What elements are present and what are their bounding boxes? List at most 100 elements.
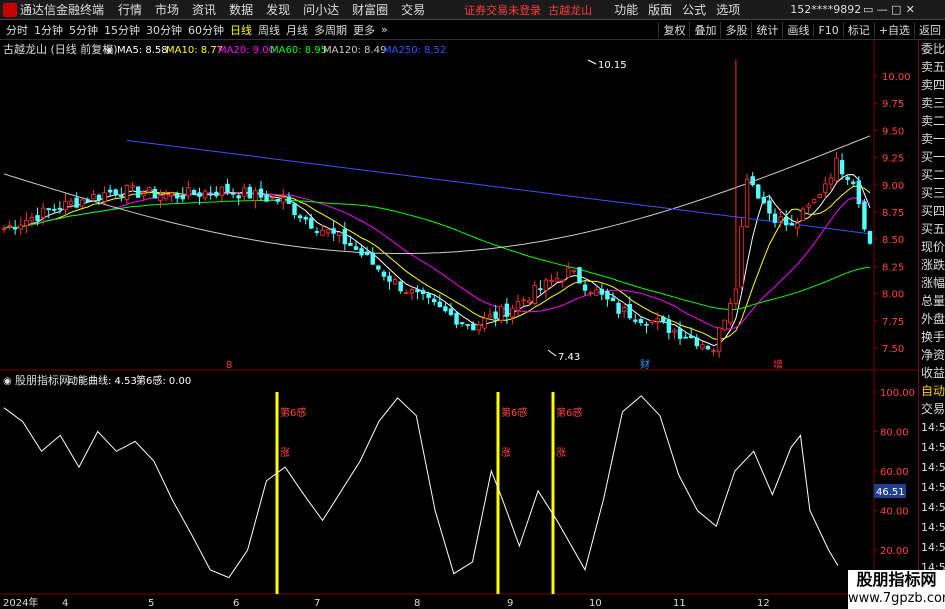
candle-down [683, 336, 688, 339]
candle-down [174, 193, 180, 199]
period-weekly[interactable]: 周线 [258, 22, 280, 38]
period-60min[interactable]: 60分钟 [188, 22, 224, 38]
menu-function[interactable]: 功能 [614, 1, 638, 18]
time-axis-label: 4 [62, 598, 68, 609]
overlay-button[interactable]: 叠加 [689, 22, 720, 38]
candle-down [135, 186, 141, 198]
time-axis-label: 5 [148, 598, 154, 609]
period-monthly[interactable]: 月线 [286, 22, 308, 38]
tick-time: 14:56 [921, 461, 945, 474]
candle-up [124, 185, 130, 200]
candle-up [202, 191, 208, 199]
multi-stock-button[interactable]: 多股 [720, 22, 751, 38]
quote-row: 卖五 [921, 60, 945, 74]
f10-button[interactable]: F10 [813, 23, 842, 37]
period-daily[interactable]: 日线 [230, 22, 252, 38]
app-logo-icon [3, 2, 17, 17]
tick-time: 14:56 [921, 541, 945, 554]
candle-down [661, 316, 666, 322]
candle-down [415, 289, 420, 293]
candle-down [247, 186, 253, 199]
menu-formula[interactable]: 公式 [682, 1, 706, 18]
close-icon[interactable]: ✕ [903, 3, 917, 16]
candle-down [152, 188, 158, 199]
watermark-title: 股朋指标网 [856, 570, 937, 589]
time-axis-label: 8 [414, 598, 420, 609]
menu-data[interactable]: 数据 [229, 1, 253, 18]
indicator-settings-icon[interactable]: ◉ [3, 376, 12, 387]
mark-button[interactable]: 标记 [842, 22, 874, 38]
candle-up [337, 232, 342, 236]
candle-up [476, 324, 482, 331]
indicator-title: 股朋指标网 [15, 373, 70, 387]
period-multi[interactable]: 多周期 [314, 22, 347, 38]
candle-down [856, 180, 862, 205]
candle-down [297, 215, 303, 219]
minimize-icon[interactable]: — [875, 3, 889, 16]
menu-news[interactable]: 资讯 [192, 1, 216, 18]
period-5min[interactable]: 5分钟 [69, 22, 98, 38]
menu-wealth[interactable]: 财富圈 [352, 1, 388, 18]
candle-down [772, 213, 778, 223]
candle-down [314, 231, 320, 233]
period-timeshare[interactable]: 分时 [6, 22, 28, 38]
candle-up [549, 280, 554, 283]
draw-line-button[interactable]: 画线 [782, 22, 813, 38]
candle-up [320, 229, 325, 236]
period-1min[interactable]: 1分钟 [34, 22, 63, 38]
menu-trade[interactable]: 交易 [401, 1, 425, 18]
ma250-label: MA250: 8.52 [383, 45, 446, 56]
candle-down [705, 345, 711, 350]
account-id[interactable]: 152****9892 [790, 3, 861, 16]
candle-down [309, 217, 314, 229]
menu-discover[interactable]: 发现 [266, 1, 290, 18]
candle-up [571, 270, 577, 273]
more-dropdown-icon[interactable]: » [381, 23, 388, 36]
candle-up [91, 194, 96, 200]
menu-ask[interactable]: 问小达 [303, 1, 339, 18]
trade-button[interactable]: 交易 [919, 400, 945, 418]
candle-down [342, 228, 348, 245]
candle-down [437, 301, 442, 308]
event-marker-div[interactable]: 8 [226, 360, 232, 371]
signal-text: 第6感 [501, 406, 527, 419]
candle-down [275, 198, 280, 202]
auto-button[interactable]: 自动 [919, 382, 945, 400]
login-notice[interactable]: 证券交易未登录 [464, 2, 541, 18]
add-watchlist-button[interactable]: +自选 [873, 22, 914, 38]
restore-icon[interactable]: ▭ [861, 3, 875, 16]
chart-area[interactable]: 古越龙山 (日线 前复权) ◉ MA5: 8.58 MA10: 8.77 MA2… [0, 40, 918, 609]
period-15min[interactable]: 15分钟 [104, 22, 140, 38]
candle-down [756, 184, 761, 199]
candle-down [432, 298, 437, 303]
tick-time: 14:56 [921, 501, 945, 514]
menu-market[interactable]: 市场 [155, 1, 179, 18]
event-marker-finance[interactable]: 财 [640, 358, 650, 371]
current-stock-name: 古越龙山 [548, 3, 593, 17]
maximize-icon[interactable]: □ [889, 3, 903, 16]
candle-down [783, 217, 789, 226]
candle-down [493, 311, 498, 319]
adjust-button[interactable]: 复权 [658, 22, 689, 38]
menu-layout[interactable]: 版面 [648, 1, 672, 18]
candle-down [113, 189, 118, 195]
menu-options[interactable]: 选项 [716, 1, 740, 18]
event-marker-increase[interactable]: 增 [773, 358, 783, 371]
candle-up [515, 301, 521, 311]
stats-button[interactable]: 统计 [751, 22, 782, 38]
candle-down [85, 199, 91, 203]
candle-down [214, 191, 219, 197]
candle-up [63, 200, 68, 211]
candle-down [180, 195, 185, 200]
candle-down [74, 197, 79, 208]
menu-quotes[interactable]: 行情 [118, 1, 142, 18]
period-more[interactable]: 更多 [353, 22, 375, 38]
ma-settings-icon[interactable]: ◉ [105, 45, 114, 56]
candle-up [532, 284, 537, 304]
back-button[interactable]: 返回 [914, 22, 945, 38]
candle-down [761, 196, 767, 204]
signal-text: 第6感 [280, 406, 306, 419]
period-30min[interactable]: 30分钟 [146, 22, 182, 38]
ma5-label: MA5: 8.58 [117, 45, 168, 56]
signal-bars: 第6感涨 第6感涨 第6感涨 [275, 392, 582, 594]
